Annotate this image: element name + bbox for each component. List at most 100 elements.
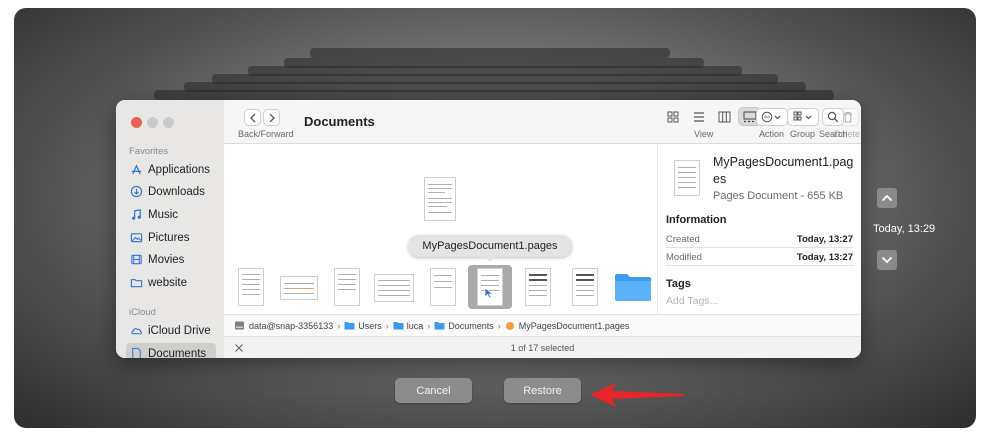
- path-segment[interactable]: data@snap-3356133: [249, 321, 333, 331]
- path-separator: ›: [385, 320, 389, 331]
- search-label: Search: [819, 129, 848, 139]
- timeline-up-button[interactable]: [877, 188, 897, 208]
- modified-label: Modified: [666, 252, 702, 263]
- back-forward-label: Back/Forward: [238, 129, 294, 139]
- sidebar-item-downloads[interactable]: Downloads: [126, 181, 216, 202]
- trash-icon: [844, 112, 852, 123]
- sidebar-item-website[interactable]: website: [126, 272, 216, 293]
- file-thumbnail[interactable]: [238, 268, 264, 306]
- action-label: Action: [759, 129, 785, 139]
- movies-icon: [131, 254, 142, 265]
- pages-document-icon: [505, 321, 514, 330]
- tooltip-pointer: [484, 256, 496, 262]
- divider: [666, 265, 854, 266]
- document-icon: [132, 347, 141, 358]
- red-arrow-annotation: [590, 383, 684, 407]
- file-thumbnail[interactable]: [280, 276, 318, 300]
- path-bar: data@snap-3356133 › Users › luca › Docum…: [224, 314, 861, 336]
- divider: [666, 247, 854, 248]
- folder-icon: [344, 322, 355, 330]
- zoom-window-button[interactable]: [163, 117, 174, 128]
- sidebar-item-movies[interactable]: Movies: [126, 249, 216, 270]
- status-bar: 1 of 17 selected: [224, 336, 861, 358]
- timeline-down-button[interactable]: [877, 250, 897, 270]
- finder-window: Favorites Applications Downloads Music P…: [116, 100, 861, 358]
- icon-view-button[interactable]: [662, 108, 684, 125]
- action-button[interactable]: [756, 108, 788, 126]
- icloud-heading: iCloud: [129, 307, 156, 318]
- window-stack-layer: [310, 48, 670, 58]
- chevron-down-icon: [881, 256, 893, 264]
- cloud-icon: [131, 328, 143, 335]
- preview-pane: MyPagesDocument1.pages Pages Document - …: [657, 144, 861, 314]
- path-segment[interactable]: Users: [358, 321, 382, 331]
- path-segment[interactable]: Documents: [448, 321, 494, 331]
- path-separator: ›: [497, 320, 501, 331]
- list-view-button[interactable]: [688, 108, 710, 125]
- sidebar-item-music[interactable]: Music: [126, 204, 216, 225]
- path-separator: ›: [427, 320, 431, 331]
- file-thumbnail[interactable]: [430, 268, 456, 306]
- path-segment[interactable]: MyPagesDocument1.pages: [519, 321, 630, 331]
- folder-thumbnail[interactable]: [614, 272, 652, 302]
- information-heading: Information: [666, 214, 727, 226]
- selected-thumbnail-highlight[interactable]: [468, 265, 512, 309]
- sidebar-item-label: website: [148, 276, 187, 289]
- list-icon: [694, 111, 704, 122]
- sidebar-item-applications[interactable]: Applications: [126, 159, 216, 180]
- sidebar-item-label: Applications: [148, 163, 211, 176]
- group-label: Group: [790, 129, 816, 139]
- favorites-heading: Favorites: [129, 146, 169, 157]
- gallery-content: [224, 144, 657, 314]
- path-segment[interactable]: luca: [407, 321, 424, 331]
- gallery-icon: [743, 111, 756, 122]
- selection-status: 1 of 17 selected: [510, 343, 575, 353]
- sidebar: Favorites Applications Downloads Music P…: [116, 100, 224, 358]
- group-icon: [793, 111, 812, 121]
- sidebar-item-label: Downloads: [148, 185, 205, 198]
- folder-icon: [434, 322, 445, 330]
- file-thumbnail[interactable]: [374, 274, 414, 302]
- tags-heading: Tags: [666, 278, 691, 290]
- minimize-window-button[interactable]: [147, 117, 158, 128]
- back-button[interactable]: [244, 109, 261, 126]
- search-icon: [827, 111, 839, 123]
- sidebar-item-documents[interactable]: Documents: [126, 343, 216, 358]
- chevron-left-icon: [249, 113, 255, 122]
- sidebar-item-label: Pictures: [148, 231, 190, 244]
- pictures-icon: [130, 233, 143, 243]
- folder-icon: [130, 279, 143, 288]
- folder-icon: [615, 274, 651, 301]
- forward-button[interactable]: [263, 109, 280, 126]
- group-button[interactable]: [787, 108, 819, 126]
- music-icon: [132, 209, 141, 220]
- restore-button[interactable]: Restore: [504, 378, 581, 403]
- sidebar-item-label: Documents: [148, 347, 207, 359]
- preview-file-icon: [674, 160, 700, 196]
- created-label: Created: [666, 234, 700, 245]
- search-button[interactable]: [822, 108, 844, 126]
- timeline-timestamp: Today, 13:29: [873, 223, 936, 235]
- file-thumbnail[interactable]: [525, 268, 551, 306]
- chevron-right-icon: [269, 113, 275, 122]
- sidebar-item-icloud-drive[interactable]: iCloud Drive: [126, 320, 216, 341]
- column-view-button[interactable]: [713, 108, 735, 125]
- add-tags-field[interactable]: Add Tags...: [666, 295, 718, 307]
- sidebar-item-label: Movies: [148, 253, 185, 266]
- sidebar-item-pictures[interactable]: Pictures: [126, 227, 216, 248]
- preview-filename: MyPagesDocument1.pages: [713, 155, 854, 186]
- file-thumbnail[interactable]: [334, 268, 360, 306]
- folder-icon: [393, 322, 404, 330]
- path-separator: ›: [337, 320, 341, 331]
- window-stack-layer: [154, 90, 834, 100]
- file-thumbnail[interactable]: [572, 268, 598, 306]
- large-document-preview: [424, 177, 456, 221]
- ellipsis-circle-icon: [761, 111, 781, 123]
- modified-value: Today, 13:27: [796, 252, 853, 263]
- window-title: Documents: [304, 114, 375, 129]
- downloads-icon: [130, 185, 143, 198]
- close-window-button[interactable]: [131, 117, 142, 128]
- cancel-button[interactable]: Cancel: [395, 378, 472, 403]
- cursor-icon: [484, 287, 494, 299]
- chevron-up-icon: [881, 194, 893, 202]
